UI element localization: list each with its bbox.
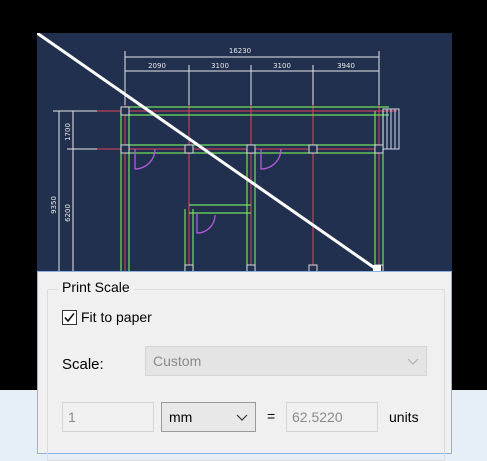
print-scale-title: Print Scale — [58, 279, 134, 295]
dim-1: 2090 — [148, 62, 166, 70]
fit-to-paper-label: Fit to paper — [81, 309, 152, 325]
dim-left-1: 1700 — [64, 123, 72, 141]
drawing-preview: 16230 2090 3100 3100 3940 1700 9350 6200 — [37, 33, 452, 293]
dim-4: 3940 — [337, 62, 355, 70]
chevron-down-icon — [236, 414, 248, 421]
scale-label: Scale: — [62, 356, 104, 373]
unit-select-value: mm — [169, 409, 193, 425]
dim-3: 3100 — [273, 62, 291, 70]
scale-select[interactable]: Custom — [145, 346, 427, 376]
unit-select[interactable]: mm — [161, 402, 256, 432]
dim-2: 3100 — [211, 62, 229, 70]
fit-to-paper-checkbox[interactable] — [62, 309, 77, 325]
fit-to-paper-row[interactable]: Fit to paper — [62, 309, 152, 325]
check-icon — [64, 312, 75, 322]
chevron-down-icon — [407, 358, 419, 365]
dim-left-3: 6200 — [64, 204, 72, 222]
paper-units-input[interactable]: 1 — [62, 402, 154, 432]
dim-total: 16230 — [229, 47, 251, 55]
units-label: units — [389, 409, 419, 425]
preview-background — [37, 33, 452, 293]
dim-left-2: 9350 — [50, 196, 58, 214]
equals-sign: = — [267, 408, 276, 424]
drawing-units-input[interactable]: 62.5220 — [286, 402, 378, 432]
scale-value: Custom — [153, 353, 202, 369]
print-scale-dialog: Print Scale Fit to paper Scale: Custom 1… — [37, 271, 452, 461]
